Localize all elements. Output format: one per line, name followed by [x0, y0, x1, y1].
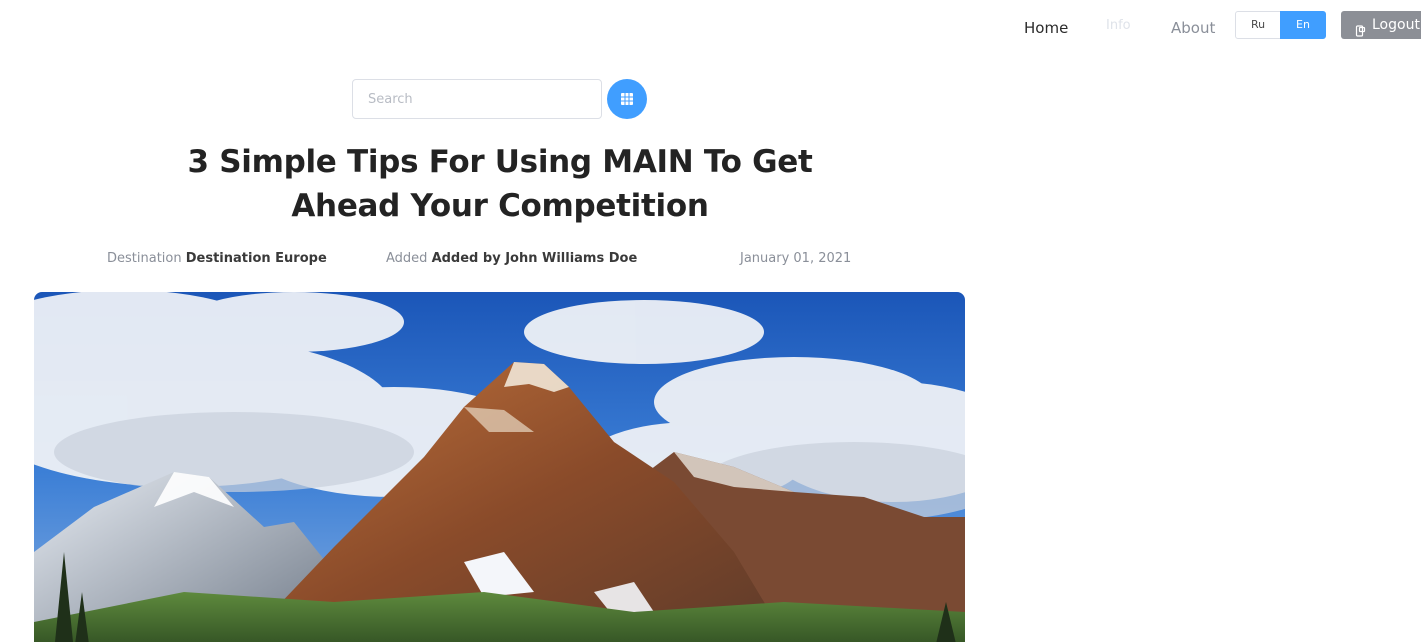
- article-title-line-2: Ahead Your Competition: [291, 188, 709, 224]
- nav-info-link[interactable]: Info: [1106, 17, 1131, 35]
- grid-view-button[interactable]: [607, 79, 647, 119]
- added-value: Added by John Williams Doe: [431, 251, 638, 266]
- lang-ru-button[interactable]: Ru: [1235, 11, 1281, 39]
- article-date: January 01, 2021: [740, 251, 852, 266]
- logout-button[interactable]: Logout: [1341, 11, 1421, 39]
- lang-en-button[interactable]: En: [1280, 11, 1326, 39]
- language-switcher: Ru En: [1235, 11, 1326, 39]
- nav-about-link[interactable]: About: [1171, 19, 1215, 37]
- logout-label: Logout: [1372, 17, 1420, 33]
- article-hero-image: [34, 292, 965, 642]
- top-navigation: Home Info About Ru En Logout: [0, 0, 1421, 60]
- nav-home-link[interactable]: Home: [1024, 19, 1068, 37]
- search-input[interactable]: [352, 79, 602, 119]
- destination-label: Destination: [107, 251, 182, 266]
- article-destination: Destination Destination Europe: [107, 250, 327, 268]
- article-title: 3 Simple Tips For Using MAIN To Get Ahea…: [134, 140, 866, 228]
- article-title-line-1: 3 Simple Tips For Using MAIN To Get: [187, 144, 813, 180]
- destination-value: Destination Europe: [185, 251, 327, 266]
- article-author: Added Added by John Williams Doe: [386, 250, 637, 268]
- grid-icon: [621, 90, 633, 109]
- added-label: Added: [386, 251, 428, 266]
- logout-icon: [1355, 19, 1367, 37]
